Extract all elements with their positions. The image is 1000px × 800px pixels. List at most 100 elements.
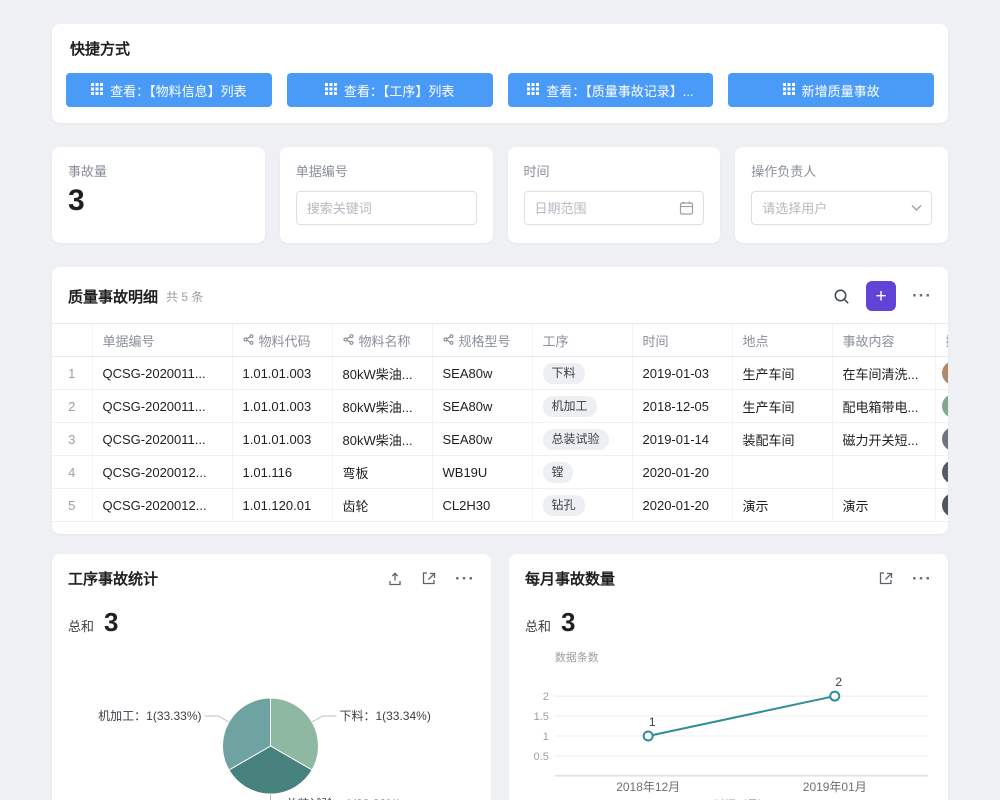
col-spec-model[interactable]: 规格型号 [432, 324, 532, 357]
col-material-code[interactable]: 物料代码 [232, 324, 332, 357]
shortcut-view-process-list-button[interactable]: 查看：【工序】列表 [287, 73, 493, 107]
cell-name[interactable]: 80kW柴油... [332, 423, 432, 456]
cell-owner[interactable] [935, 390, 948, 423]
col-time[interactable]: 时间 [632, 324, 732, 357]
cell-time[interactable]: 2018-12-05 [632, 390, 732, 423]
cell-spec[interactable]: SEA80w [432, 357, 532, 390]
cell-name[interactable]: 弯板 [332, 456, 432, 489]
row-number: 4 [52, 456, 92, 489]
cell-content[interactable]: 在车间清洗... [832, 357, 935, 390]
cell-process[interactable]: 总装试验 [532, 423, 632, 456]
cell-doc[interactable]: QCSG-2020011... [92, 357, 232, 390]
search-icon[interactable] [833, 288, 850, 305]
table-row[interactable]: 2 QCSG-2020011... 1.01.01.003 80kW柴油... … [52, 390, 948, 423]
cell-owner[interactable] [935, 423, 948, 456]
operator-filter-label: 操作负责人 [751, 161, 932, 180]
col-owner[interactable]: 操作负责人 [935, 324, 948, 357]
export-icon[interactable] [387, 571, 403, 587]
cell-doc[interactable]: QCSG-2020011... [92, 390, 232, 423]
cell-place[interactable]: 生产车间 [732, 357, 832, 390]
cell-time[interactable]: 2020-01-20 [632, 456, 732, 489]
col-place[interactable]: 地点 [732, 324, 832, 357]
cell-name[interactable]: 80kW柴油... [332, 390, 432, 423]
process-tag: 下料 [543, 363, 585, 384]
cell-code[interactable]: 1.01.01.003 [232, 390, 332, 423]
cell-content[interactable]: 配电箱带电... [832, 390, 935, 423]
line-chart-more-menu[interactable]: ··· [912, 569, 932, 589]
cell-owner[interactable] [935, 357, 948, 390]
cell-process[interactable]: 钻孔 [532, 489, 632, 522]
pie-chart-title: 工序事故统计 [68, 568, 158, 589]
col-doc-number[interactable]: 单据编号 [92, 324, 232, 357]
cell-process[interactable]: 下料 [532, 357, 632, 390]
cell-process[interactable]: 机加工 [532, 390, 632, 423]
table-row[interactable]: 5 QCSG-2020012... 1.01.120.01 齿轮 CL2H30 … [52, 489, 948, 522]
table-row[interactable]: 4 QCSG-2020012... 1.01.116 弯板 WB19U 镗 20… [52, 456, 948, 489]
svg-text:2019年01月: 2019年01月 [803, 780, 867, 794]
calendar-icon[interactable] [679, 201, 694, 216]
cell-place[interactable]: 装配车间 [732, 423, 832, 456]
add-record-button[interactable]: + [866, 281, 896, 311]
shortcut-view-accident-records-button[interactable]: 查看：【质量事故记录】... [508, 73, 714, 107]
table-more-menu[interactable]: ··· [912, 286, 932, 306]
line-total-value: 3 [561, 607, 575, 638]
cell-place[interactable]: 生产车间 [732, 390, 832, 423]
table-row[interactable]: 3 QCSG-2020011... 1.01.01.003 80kW柴油... … [52, 423, 948, 456]
cell-content[interactable]: 演示 [832, 489, 935, 522]
cell-doc[interactable]: QCSG-2020012... [92, 489, 232, 522]
doc-number-filter-card: 单据编号 [280, 147, 493, 243]
cell-code[interactable]: 1.01.120.01 [232, 489, 332, 522]
open-in-new-icon[interactable] [878, 571, 894, 587]
process-pie-chart[interactable]: 下料：1(33.34%)总装试验：1(33.33%)机加工：1(33.33%) [52, 641, 491, 800]
row-number-header [52, 324, 92, 357]
cell-name[interactable]: 齿轮 [332, 489, 432, 522]
cell-code[interactable]: 1.01.01.003 [232, 423, 332, 456]
cell-spec[interactable]: WB19U [432, 456, 532, 489]
date-range-input[interactable] [524, 191, 705, 225]
avatar [942, 460, 949, 484]
cell-doc[interactable]: QCSG-2020011... [92, 423, 232, 456]
cell-time[interactable]: 2020-01-20 [632, 489, 732, 522]
col-material-name[interactable]: 物料名称 [332, 324, 432, 357]
cell-name[interactable]: 80kW柴油... [332, 357, 432, 390]
cell-code[interactable]: 1.01.116 [232, 456, 332, 489]
doc-number-search-input[interactable] [296, 191, 477, 225]
cell-time[interactable]: 2019-01-03 [632, 357, 732, 390]
table-row[interactable]: 1 QCSG-2020011... 1.01.01.003 80kW柴油... … [52, 357, 948, 390]
row-number: 1 [52, 357, 92, 390]
cell-code[interactable]: 1.01.01.003 [232, 357, 332, 390]
col-content[interactable]: 事故内容 [832, 324, 935, 357]
table-header-row: 单据编号 物料代码 物料名称 规格型号 工序 时间 地点 事故内容 操作负责人 [52, 324, 948, 357]
cell-process[interactable]: 镗 [532, 456, 632, 489]
chevron-down-icon[interactable] [911, 205, 922, 212]
col-process[interactable]: 工序 [532, 324, 632, 357]
line-total-label: 总和 [525, 616, 551, 635]
open-in-new-icon[interactable] [421, 571, 437, 587]
operator-filter-card: 操作负责人 [735, 147, 948, 243]
shortcut-new-accident-button[interactable]: 新增质量事故 [728, 73, 934, 107]
shortcut-view-material-list-button[interactable]: 查看：【物料信息】列表 [66, 73, 272, 107]
svg-text:2: 2 [835, 675, 842, 689]
svg-text:1: 1 [649, 715, 656, 729]
cell-owner[interactable] [935, 456, 948, 489]
ellipsis-icon: ··· [912, 569, 932, 589]
relation-icon [443, 333, 454, 348]
shortcut-label: 查看：【工序】列表 [344, 81, 455, 100]
cell-place[interactable] [732, 456, 832, 489]
cell-time[interactable]: 2019-01-14 [632, 423, 732, 456]
monthly-line-chart[interactable]: 0.511.52数据条数12018年12月22019年01月时间（月） [509, 641, 948, 800]
cell-doc[interactable]: QCSG-2020012... [92, 456, 232, 489]
cell-spec[interactable]: CL2H30 [432, 489, 532, 522]
cell-spec[interactable]: SEA80w [432, 390, 532, 423]
grid-icon [325, 83, 337, 98]
operator-select[interactable] [751, 191, 932, 225]
charts-row: 工序事故统计 ··· 总和 3 下料：1(33.34%)总装试验：1(33.33… [52, 554, 948, 800]
ellipsis-icon: ··· [455, 569, 475, 589]
shortcuts-title: 快捷方式 [66, 38, 934, 73]
pie-chart-more-menu[interactable]: ··· [455, 569, 475, 589]
cell-content[interactable] [832, 456, 935, 489]
cell-spec[interactable]: SEA80w [432, 423, 532, 456]
cell-owner[interactable] [935, 489, 948, 522]
cell-place[interactable]: 演示 [732, 489, 832, 522]
cell-content[interactable]: 磁力开关短... [832, 423, 935, 456]
